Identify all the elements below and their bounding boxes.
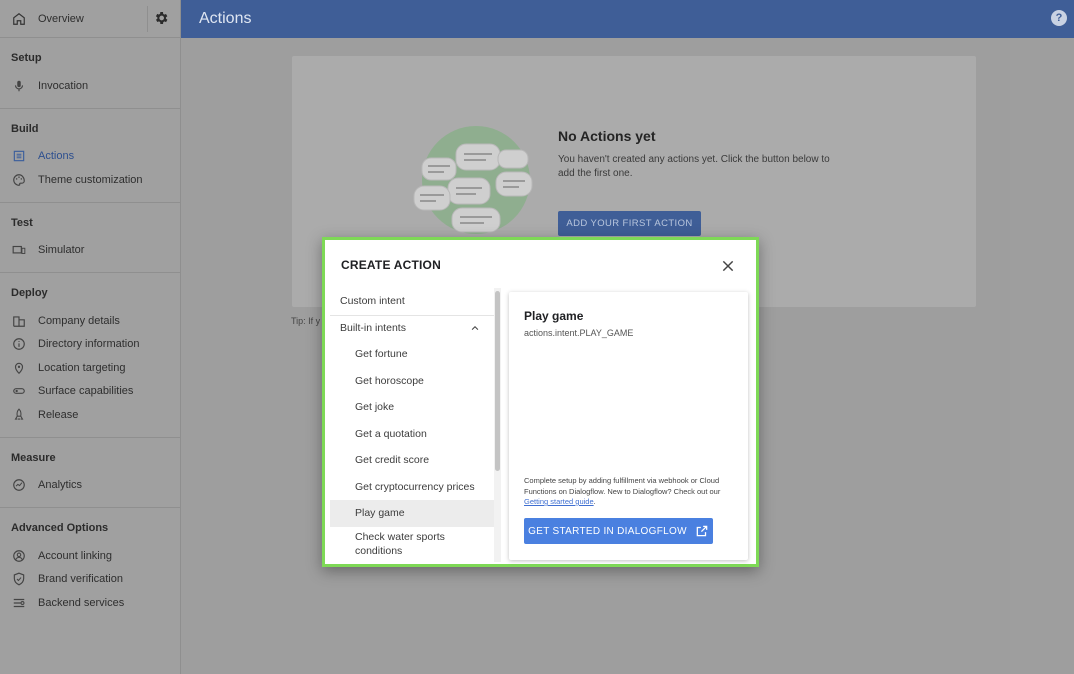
intent-title: Play game [524, 309, 584, 323]
sidebar: Overview Setup Invocation Build Actions … [0, 0, 181, 674]
help-icon[interactable]: ? [1051, 10, 1067, 26]
list-group-built-in-intents[interactable]: Built-in intents [330, 314, 494, 342]
sidebar-section-measure: Measure Analytics [0, 438, 180, 508]
mic-icon [11, 78, 26, 93]
divider [147, 6, 148, 32]
sidebar-item-label: Directory information [38, 338, 140, 351]
chat-bubbles-illustration-icon [413, 126, 533, 234]
get-started-dialogflow-button[interactable]: GET STARTED IN DIALOGFLOW [524, 518, 713, 544]
sidebar-item-account-linking[interactable]: Account linking [0, 544, 180, 568]
list-scrollbar[interactable] [494, 288, 501, 562]
sidebar-item-company-details[interactable]: Company details [0, 309, 180, 333]
settings-list-icon [11, 595, 26, 610]
sidebar-item-label: Backend services [38, 596, 125, 609]
sidebar-section-deploy: Deploy Company details Directory informa… [0, 273, 180, 438]
sidebar-item-backend-services[interactable]: Backend services [0, 591, 180, 615]
sidebar-item-label: Location targeting [38, 361, 126, 374]
sidebar-item-theme-customization[interactable]: Theme customization [0, 168, 180, 192]
intent-detail-card: Play game actions.intent.PLAY_GAME Compl… [509, 292, 748, 560]
sidebar-item-label: Account linking [38, 549, 112, 562]
devices-icon [11, 243, 26, 258]
rocket-icon [11, 407, 26, 422]
sidebar-section-title: Measure [11, 451, 56, 464]
sidebar-item-overview[interactable]: Overview [0, 0, 180, 38]
scrollbar-thumb[interactable] [495, 291, 500, 471]
list-item-check-water-sports-conditions[interactable]: Check water sports conditions [330, 527, 494, 561]
setup-note-end: . [593, 497, 596, 506]
sidebar-item-invocation[interactable]: Invocation [0, 74, 180, 98]
getting-started-link[interactable]: Getting started guide [524, 497, 594, 506]
sidebar-item-label: Brand verification [38, 573, 123, 586]
analytics-icon [11, 478, 26, 493]
sidebar-item-simulator[interactable]: Simulator [0, 239, 180, 263]
sidebar-item-location-targeting[interactable]: Location targeting [0, 356, 180, 380]
sidebar-item-label: Company details [38, 314, 120, 327]
sidebar-section-title: Test [11, 216, 33, 229]
list-item-get-credit-score[interactable]: Get credit score [330, 447, 494, 474]
gear-icon[interactable] [153, 10, 171, 28]
sidebar-section-advanced-options: Advanced Options Account linking Brand v… [0, 508, 180, 625]
dialog-title: CREATE ACTION [341, 258, 441, 272]
button-label: GET STARTED IN DIALOGFLOW [528, 525, 687, 537]
sidebar-item-label: Invocation [38, 79, 89, 92]
sidebar-item-label: Analytics [38, 479, 83, 492]
list-item-get-fortune[interactable]: Get fortune [330, 341, 494, 368]
page-title: Actions [199, 10, 252, 27]
location-pin-icon [11, 360, 26, 375]
sidebar-item-actions[interactable]: Actions [0, 145, 180, 169]
sidebar-section-title: Deploy [11, 287, 48, 299]
sidebar-section-build: Build Actions Theme customization [0, 109, 180, 203]
sidebar-item-brand-verification[interactable]: Brand verification [0, 568, 180, 592]
empty-state-description: You haven't created any actions yet. Cli… [558, 154, 830, 179]
create-action-dialog: CREATE ACTION Custom intent Built-in int… [322, 237, 759, 567]
intent-list: Custom intent Built-in intents Get fortu… [330, 288, 494, 562]
list-icon [11, 149, 26, 164]
palette-icon [11, 172, 26, 187]
list-item-get-horoscope[interactable]: Get horoscope [330, 368, 494, 395]
sidebar-item-directory-information[interactable]: Directory information [0, 333, 180, 357]
top-app-bar: Actions ? [181, 0, 1074, 38]
chevron-up-icon [471, 326, 479, 331]
intent-id: actions.intent.PLAY_GAME [524, 328, 634, 338]
open-in-new-icon [696, 525, 708, 537]
home-icon [11, 11, 26, 26]
shield-check-icon [11, 572, 26, 587]
sidebar-section-title: Advanced Options [11, 522, 109, 534]
add-first-action-button[interactable]: ADD YOUR FIRST ACTION [558, 211, 701, 236]
info-icon [11, 337, 26, 352]
list-group-label: Built-in intents [340, 322, 406, 335]
list-item-get-joke[interactable]: Get joke [330, 394, 494, 421]
sidebar-section-test: Test Simulator [0, 203, 180, 273]
sidebar-section-setup: Setup Invocation [0, 38, 180, 109]
sidebar-item-release[interactable]: Release [0, 403, 180, 427]
tip-text: Tip: If y [291, 316, 321, 326]
setup-note-text: Complete setup by adding fulfillment via… [524, 476, 721, 496]
close-button[interactable] [720, 258, 736, 274]
list-item-play-game[interactable]: Play game [330, 500, 494, 527]
setup-note: Complete setup by adding fulfillment via… [524, 476, 734, 508]
empty-state-title: No Actions yet [558, 128, 656, 144]
list-item-get-cryptocurrency-prices[interactable]: Get cryptocurrency prices [330, 474, 494, 501]
list-item-get-a-quotation[interactable]: Get a quotation [330, 421, 494, 448]
close-icon [722, 260, 734, 272]
toggle-icon [11, 384, 26, 399]
sidebar-item-label: Release [38, 408, 79, 421]
sidebar-item-label: Simulator [38, 244, 85, 257]
account-icon [11, 548, 26, 563]
building-icon [11, 313, 26, 328]
sidebar-item-label: Overview [38, 12, 84, 25]
sidebar-section-title: Build [11, 122, 39, 135]
sidebar-item-surface-capabilities[interactable]: Surface capabilities [0, 380, 180, 404]
sidebar-section-title: Setup [11, 52, 42, 64]
list-item-custom-intent[interactable]: Custom intent [330, 288, 494, 315]
sidebar-item-label: Theme customization [38, 173, 143, 186]
sidebar-item-analytics[interactable]: Analytics [0, 474, 180, 498]
sidebar-item-label: Surface capabilities [38, 385, 134, 398]
sidebar-item-label: Actions [38, 150, 75, 163]
